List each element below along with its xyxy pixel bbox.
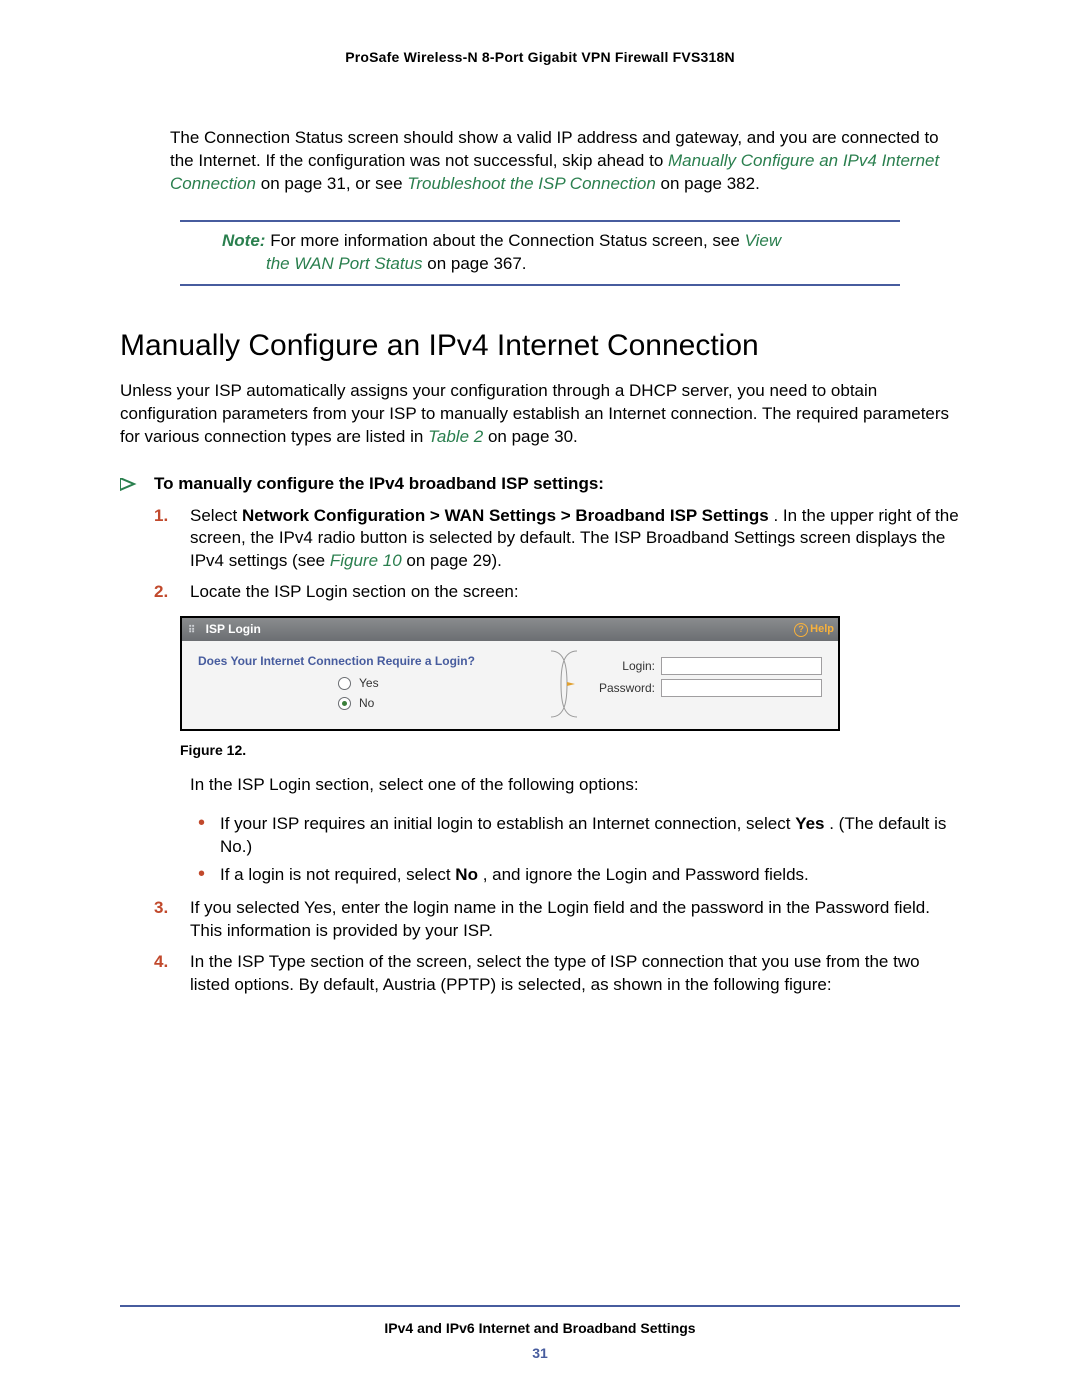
radio-icon [338,697,351,710]
panel-divider [545,649,579,719]
radio-label: Yes [359,675,379,691]
bullet-bold: No [455,865,478,884]
section-intro: Unless your ISP automatically assigns yo… [120,380,960,449]
step-3: 3. If you selected Yes, enter the login … [154,897,960,943]
radio-icon [338,677,351,690]
step-text: If you selected Yes, enter the login nam… [190,898,930,940]
step-text: Locate the ISP Login section on the scre… [190,582,519,601]
grip-icon: ⠿ [188,625,196,636]
intro-paragraph: The Connection Status screen should show… [170,127,960,196]
divider [180,284,900,286]
step-number: 2. [154,581,168,604]
list-item: If your ISP requires an initial login to… [190,813,960,859]
link-figure10[interactable]: Figure 10 [330,551,402,570]
step-number: 4. [154,951,168,974]
step-2: 2. Locate the ISP Login section on the s… [154,581,960,604]
note-label: Note: [222,231,265,250]
step-number: 3. [154,897,168,920]
isp-login-panel: ⠿ ISP Login ? Help Does Your Internet Co… [180,616,840,731]
password-input[interactable] [661,679,822,697]
isp-login-question: Does Your Internet Connection Require a … [198,653,525,669]
divider [120,1305,960,1307]
step-number: 1. [154,505,168,528]
panel-titlebar: ⠿ ISP Login ? Help [182,618,838,641]
step-text: In the ISP Type section of the screen, s… [190,952,920,994]
task-title: To manually configure the IPv4 broadband… [154,474,604,493]
section-intro-text: on page 30. [488,427,578,446]
list-item: If a login is not required, select No , … [190,864,960,887]
intro-text: on page 31, or see [261,174,408,193]
help-label: Help [810,622,834,637]
figure-12: ⠿ ISP Login ? Help Does Your Internet Co… [180,616,840,731]
bullet-text: If your ISP requires an initial login to… [220,814,795,833]
figure-caption: Figure 12. [180,741,960,760]
task-heading: To manually configure the IPv4 broadband… [120,471,960,497]
link-troubleshoot-isp[interactable]: Troubleshoot the ISP Connection [407,174,656,193]
note-text: on page 367. [427,254,526,273]
bullet-text: , and ignore the Login and Password fiel… [483,865,809,884]
radio-no[interactable]: No [338,695,525,711]
password-label: Password: [579,680,655,696]
step-1: 1. Select Network Configuration > WAN Se… [154,505,960,574]
bullet-bold: Yes [795,814,824,833]
bullet-text: If a login is not required, select [220,865,455,884]
note-text: For more information about the Connectio… [270,231,744,250]
link-view-wan-status[interactable]: View [745,231,782,250]
footer-chapter: IPv4 and IPv6 Internet and Broadband Set… [120,1319,960,1338]
breadcrumb: Network Configuration > WAN Settings > B… [242,506,769,525]
section-heading: Manually Configure an IPv4 Internet Conn… [120,326,960,367]
step-text: Select [190,506,242,525]
step-4: 4. In the ISP Type section of the screen… [154,951,960,997]
page-number: 31 [120,1344,960,1363]
note-block: Note: For more information about the Con… [180,220,900,286]
help-icon: ? [794,623,808,637]
doc-header: ProSafe Wireless-N 8-Port Gigabit VPN Fi… [120,48,960,67]
radio-label: No [359,695,374,711]
intro-text: on page 382. [661,174,760,193]
radio-yes[interactable]: Yes [338,675,525,691]
page-footer: IPv4 and IPv6 Internet and Broadband Set… [120,1305,960,1363]
link-view-wan-status[interactable]: the WAN Port Status [266,254,423,273]
step-text: on page 29). [406,551,501,570]
login-input[interactable] [661,657,822,675]
link-table2[interactable]: Table 2 [428,427,483,446]
help-button[interactable]: ? Help [794,622,834,637]
arrow-icon [120,472,154,498]
panel-title: ISP Login [206,622,261,636]
post-figure-intro: In the ISP Login section, select one of … [190,774,960,797]
login-label: Login: [579,658,655,674]
